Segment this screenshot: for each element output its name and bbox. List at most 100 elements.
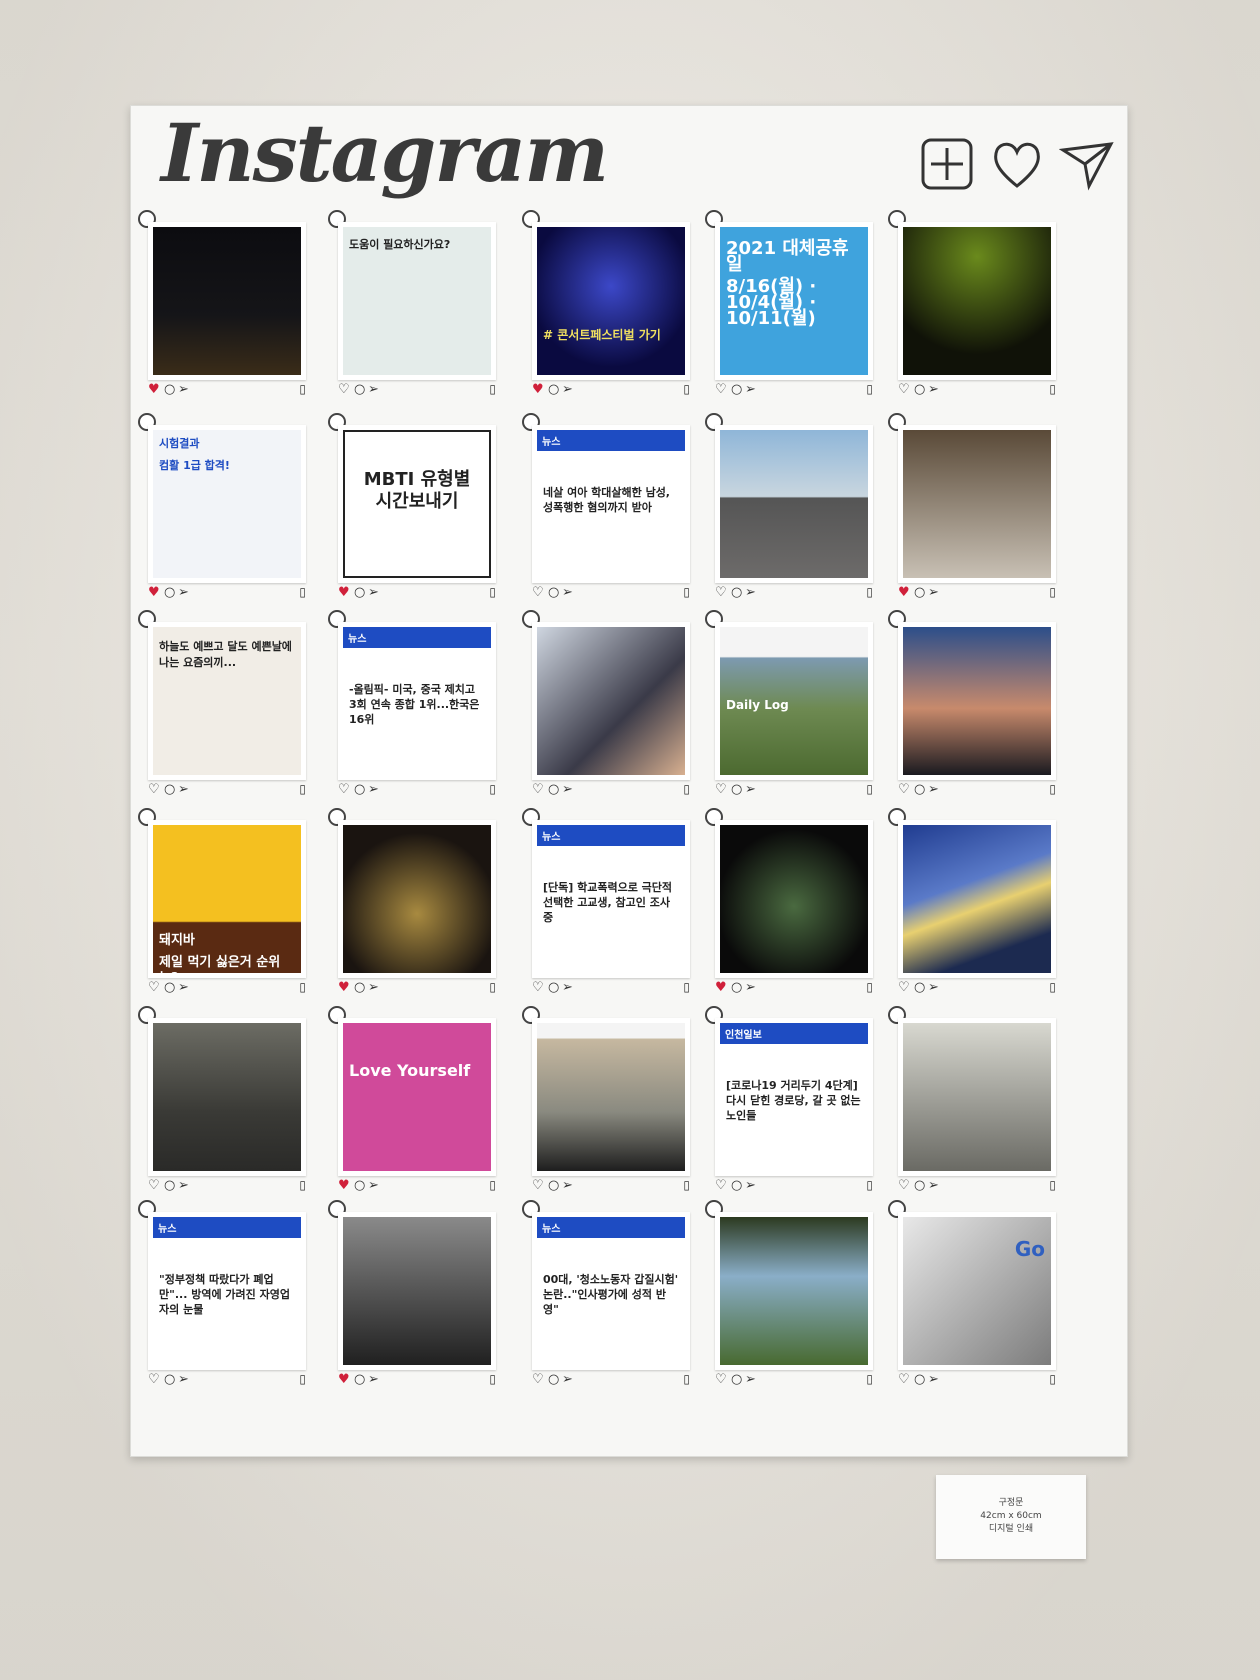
news-header: 뉴스 xyxy=(537,825,685,846)
bookmark-icon: ▯ xyxy=(489,1372,496,1386)
post-frame xyxy=(148,222,306,380)
post-tile: ♡ ○ ➢ ▯ xyxy=(888,610,1076,822)
bookmark-icon: ▯ xyxy=(683,1372,690,1386)
post-caption: Go xyxy=(909,1239,1045,1259)
comment-icon: ○ xyxy=(914,1178,926,1193)
post-tile: 시험결과 컴활 1급 합격! ♥ ○ ➢ ▯ xyxy=(138,413,326,625)
post-actions: ♡ ○ ➢ ▯ xyxy=(532,1178,690,1194)
comment-icon: ○ xyxy=(731,585,743,600)
post-tile: ♡ ○ ➢ ▯ xyxy=(522,610,710,822)
comment-icon: ○ xyxy=(354,382,366,397)
like-heart-icon: ♥ xyxy=(148,585,160,600)
post-tile: Love Yourself ♥ ○ ➢ ▯ xyxy=(328,1006,516,1218)
post-image xyxy=(903,430,1051,578)
bookmark-icon: ▯ xyxy=(1049,382,1056,396)
share-icon: ➢ xyxy=(745,782,756,797)
bookmark-icon: ▯ xyxy=(866,585,873,599)
post-caption: 도움이 필요하신가요? xyxy=(349,237,485,253)
post-image xyxy=(720,430,868,578)
news-headline: [단독] 학교폭력으로 극단적 선택한 고교생, 참고인 조사중 xyxy=(543,881,673,924)
heart-icon xyxy=(994,142,1040,188)
news-headline: 00대, '청소노동자 갑질시험' 논란.."인사평가에 성적 반영" xyxy=(543,1273,679,1316)
bookmark-icon: ▯ xyxy=(1049,1178,1056,1192)
post-tile: Daily Log ♡ ○ ➢ ▯ xyxy=(705,610,893,822)
artist-name: 구정문 xyxy=(998,1498,1024,1508)
like-heart-icon: ♡ xyxy=(532,1372,544,1387)
comment-icon: ○ xyxy=(548,382,560,397)
bookmark-icon: ▯ xyxy=(866,980,873,994)
post-tile: 뉴스 -올림픽- 미국, 중국 제치고 3회 연속 종합 1위...한국은 16위… xyxy=(328,610,516,822)
post-frame xyxy=(715,820,873,978)
bookmark-icon: ▯ xyxy=(866,382,873,396)
bookmark-icon: ▯ xyxy=(299,1372,306,1386)
post-actions: ♡ ○ ➢ ▯ xyxy=(715,782,873,798)
news-header: 뉴스 xyxy=(343,627,491,648)
post-actions: ♥ ○ ➢ ▯ xyxy=(148,585,306,601)
bookmark-icon: ▯ xyxy=(299,585,306,599)
post-actions: ♥ ○ ➢ ▯ xyxy=(148,382,306,398)
comment-icon: ○ xyxy=(354,585,366,600)
share-icon: ➢ xyxy=(178,1372,189,1387)
post-caption: Love Yourself xyxy=(349,1063,485,1079)
caption-text: 컴활 1급 합격! xyxy=(159,459,230,472)
post-actions: ♡ ○ ➢ ▯ xyxy=(148,980,306,996)
post-actions: ♡ ○ ➢ ▯ xyxy=(148,1178,306,1194)
bookmark-icon: ▯ xyxy=(299,980,306,994)
post-actions: ♡ ○ ➢ ▯ xyxy=(715,382,873,398)
share-icon: ➢ xyxy=(928,1178,939,1193)
post-image: 인천일보 [코로나19 거리두기 4단계] 다시 닫힌 경로당, 갈 곳 없는 노… xyxy=(720,1023,868,1171)
bookmark-icon: ▯ xyxy=(683,782,690,796)
post-actions: ♡ ○ ➢ ▯ xyxy=(532,980,690,996)
share-icon: ➢ xyxy=(928,1372,939,1387)
like-heart-icon: ♡ xyxy=(532,1178,544,1193)
bookmark-icon: ▯ xyxy=(489,1178,496,1192)
comment-icon: ○ xyxy=(731,1372,743,1387)
post-frame xyxy=(898,222,1056,380)
post-frame: Daily Log xyxy=(715,622,873,780)
post-frame xyxy=(148,1018,306,1176)
news-headline: -올림픽- 미국, 중국 제치고 3회 연속 종합 1위...한국은 16위 xyxy=(349,683,480,726)
comment-icon: ○ xyxy=(548,1372,560,1387)
post-actions: ♡ ○ ➢ ▯ xyxy=(338,382,496,398)
comment-icon: ○ xyxy=(548,1178,560,1193)
like-heart-icon: ♡ xyxy=(898,980,910,995)
caption-title: 2021 대체공휴일 xyxy=(726,238,849,275)
post-caption: 하늘도 예쁘고 달도 예쁜날에 나는 요즘의끼... xyxy=(159,639,295,671)
share-icon: ➢ xyxy=(928,980,939,995)
post-frame: 하늘도 예쁘고 달도 예쁜날에 나는 요즘의끼... xyxy=(148,622,306,780)
share-icon: ➢ xyxy=(368,1372,379,1387)
post-actions: ♡ ○ ➢ ▯ xyxy=(715,585,873,601)
like-heart-icon: ♡ xyxy=(148,1178,160,1193)
like-heart-icon: ♥ xyxy=(338,1178,350,1193)
post-actions: ♥ ○ ➢ ▯ xyxy=(338,585,496,601)
comment-icon: ○ xyxy=(354,1178,366,1193)
comment-icon: ○ xyxy=(731,782,743,797)
bookmark-icon: ▯ xyxy=(489,980,496,994)
comment-icon: ○ xyxy=(164,1178,176,1193)
post-tile: ♥ ○ ➢ ▯ xyxy=(138,210,326,422)
like-heart-icon: ♥ xyxy=(532,382,544,397)
post-caption: MBTI 유형별 시간보내기 xyxy=(351,471,483,511)
bookmark-icon: ▯ xyxy=(489,782,496,796)
post-tile: 뉴스 "정부정책 따랐다가 폐업만"... 방역에 가려진 자영업자의 눈물 ♡ ○ ➢… xyxy=(138,1200,326,1412)
post-frame: 돼지바제일 먹기 싫은거 순위는? xyxy=(148,820,306,978)
post-actions: ♡ ○ ➢ ▯ xyxy=(148,1372,306,1388)
post-tile: MBTI 유형별 시간보내기 ♥ ○ ➢ ▯ xyxy=(328,413,516,625)
artwork-size: 42cm x 60cm xyxy=(980,1511,1042,1521)
post-frame xyxy=(898,820,1056,978)
post-image xyxy=(903,825,1051,973)
comment-icon: ○ xyxy=(914,382,926,397)
post-frame: 시험결과 컴활 1급 합격! xyxy=(148,425,306,583)
caption-text: 8/16(월) · 10/4(월) · 10/11(월) xyxy=(726,276,817,329)
news-header: 뉴스 xyxy=(537,1217,685,1238)
post-frame xyxy=(898,622,1056,780)
post-frame: 뉴스 00대, '청소노동자 갑질시험' 논란.."인사평가에 성적 반영" xyxy=(532,1212,690,1370)
post-actions: ♡ ○ ➢ ▯ xyxy=(532,782,690,798)
like-heart-icon: ♥ xyxy=(148,382,160,397)
post-image: 2021 대체공휴일 8/16(월) · 10/4(월) · 10/11(월) xyxy=(720,227,868,375)
post-image xyxy=(343,825,491,973)
caption-title: 하늘도 예쁘고 달도 예쁜날에 나는 요즘의끼... xyxy=(159,640,292,669)
post-actions: ♡ ○ ➢ ▯ xyxy=(898,1178,1056,1194)
post-image xyxy=(537,1023,685,1171)
comment-icon: ○ xyxy=(914,782,926,797)
